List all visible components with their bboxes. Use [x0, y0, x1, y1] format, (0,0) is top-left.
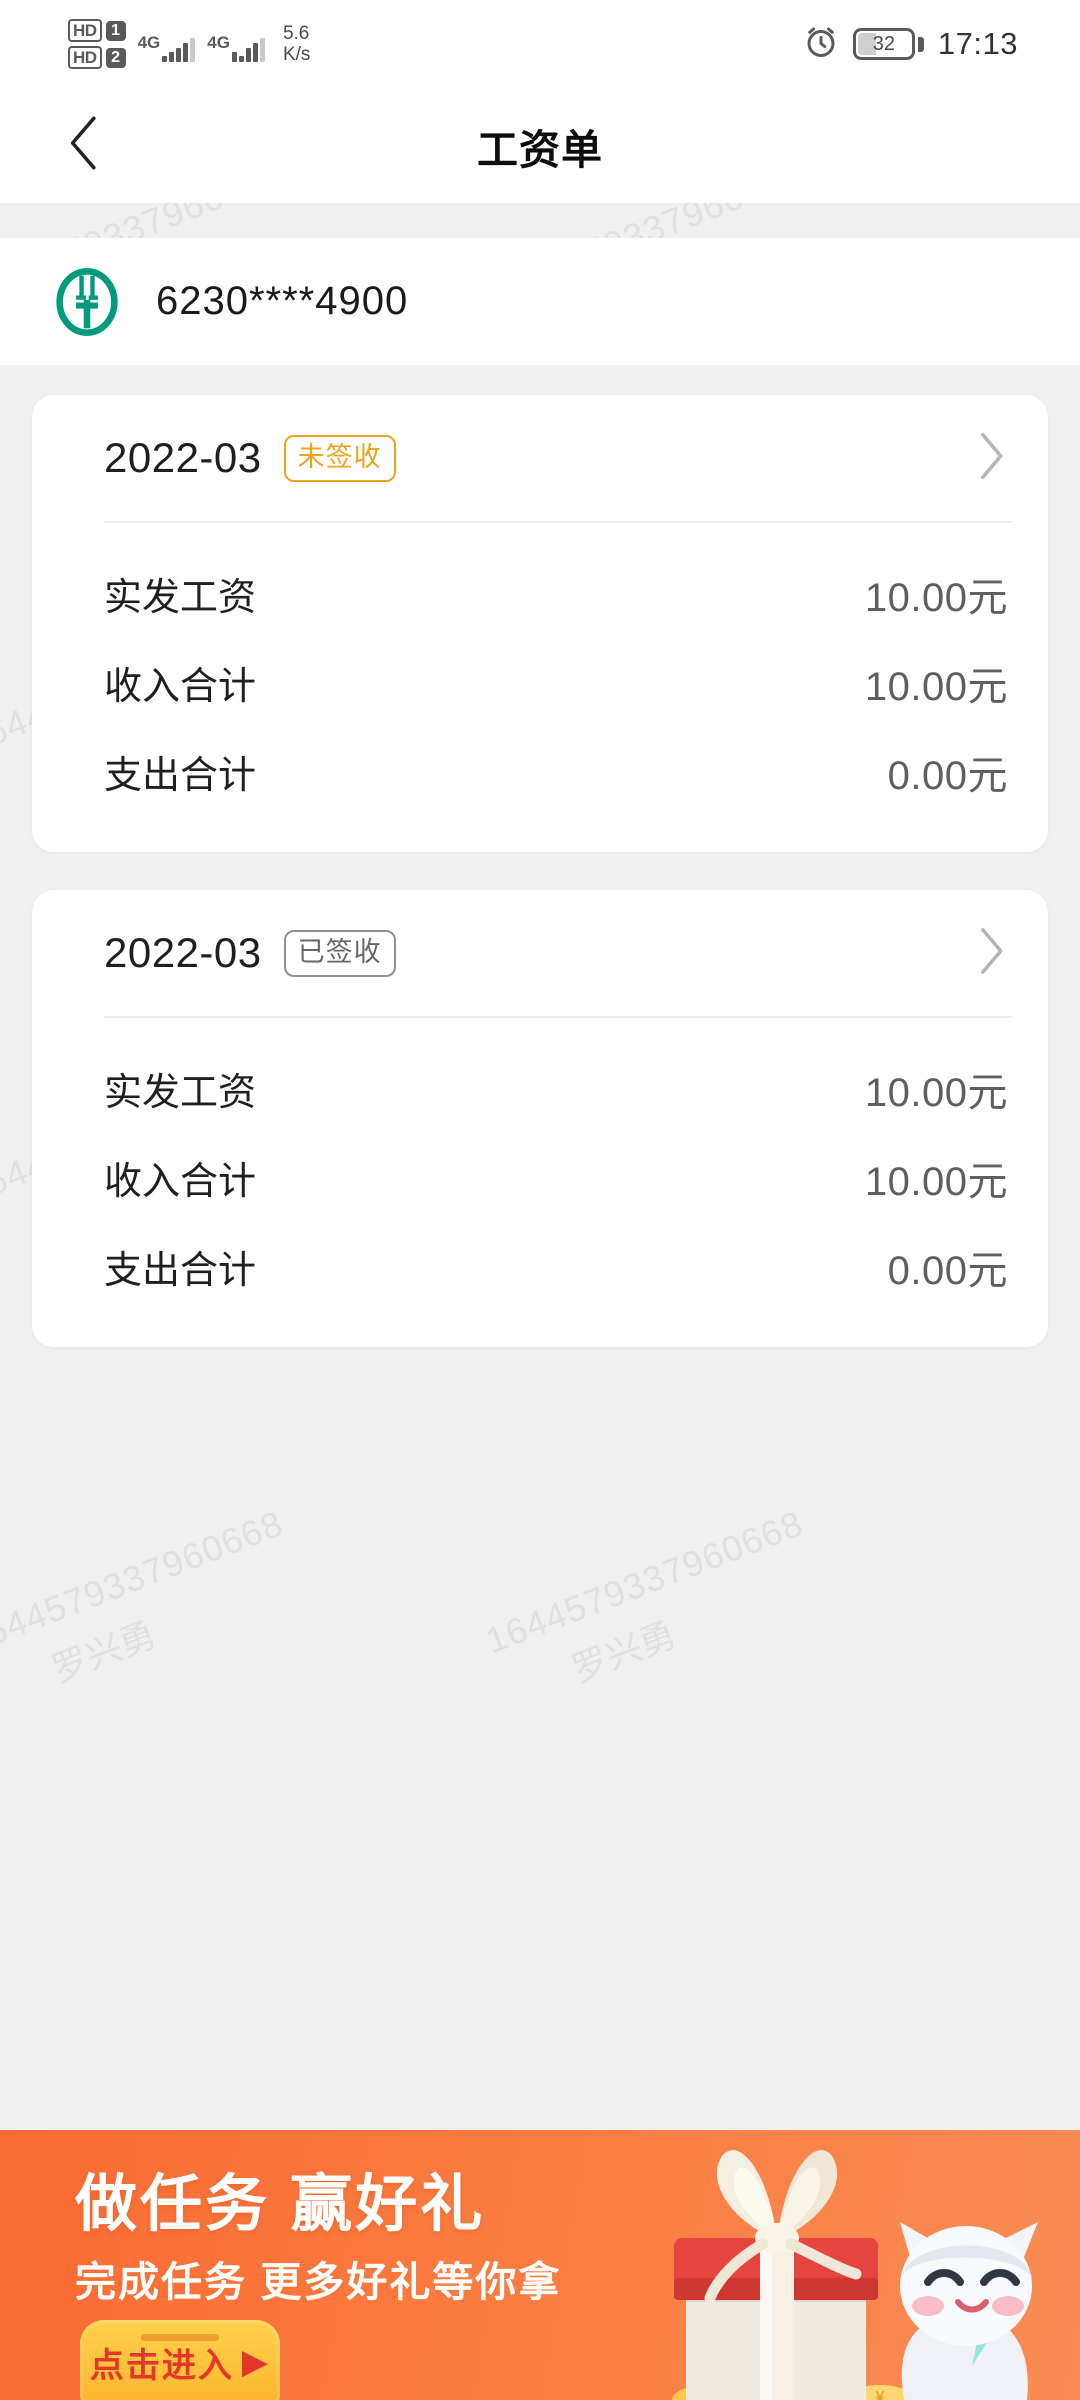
- promo-banner[interactable]: 做任务 赢好礼 完成任务 更多好礼等你拿 点击进入 ▶ ¥: [0, 2130, 1080, 2400]
- signal-bars-2-icon: [231, 36, 265, 62]
- signal-bars-1-icon: [162, 36, 196, 62]
- watermark: 1644579337960668 罗兴勇: [0, 1502, 311, 1718]
- network-speed-unit: K/s: [282, 44, 311, 65]
- battery-indicator: 32: [852, 28, 924, 60]
- status-bar-left: HD 1 HD 2 4G 4G 5.6 K/s: [68, 19, 310, 69]
- slip-period-label: 2022-03: [104, 434, 262, 481]
- signal-indicator-2: 4G: [207, 26, 265, 62]
- chevron-left-icon: [62, 113, 108, 178]
- cta-notch-decoration: [141, 2334, 219, 2341]
- watermark-id: 1644579337960668: [480, 1502, 809, 1662]
- watermark-name: 罗兴勇: [566, 1613, 682, 1691]
- sim1-indicator: HD 1: [68, 19, 126, 42]
- slip-row: 实发工资 10.00元: [32, 549, 1048, 638]
- slip-period-label: 2022-03: [104, 929, 262, 976]
- slip-row-value: 10.00元: [864, 575, 1008, 620]
- alarm-clock-icon: [803, 24, 839, 65]
- signal-indicator-1: 4G: [138, 26, 196, 62]
- play-arrow-icon: ▶: [241, 2343, 271, 2381]
- phone-screen: HD 1 HD 2 4G 4G 5.6 K/s 32 17:13 工资单 164…: [0, 0, 1080, 2400]
- network-speed-value: 5.6: [282, 23, 310, 44]
- sim1-hd-icon: HD: [68, 19, 102, 42]
- mascot-icon: [866, 2178, 1066, 2400]
- salary-slip-list: 2022-03 未签收 实发工资 10.00元 收入合计 10.00元 支出合计…: [0, 395, 1080, 1385]
- slip-row-label: 收入合计: [104, 1161, 257, 1203]
- salary-slip-header[interactable]: 2022-03 已签收: [32, 890, 1048, 1016]
- chevron-right-icon[interactable]: [974, 430, 1008, 487]
- battery-level-label: 32: [872, 33, 896, 55]
- sim2-hd-icon: HD: [68, 46, 102, 69]
- nav-bar: 工资单: [0, 88, 1080, 203]
- salary-slip-card[interactable]: 2022-03 已签收 实发工资 10.00元 收入合计 10.00元 支出合计…: [32, 890, 1048, 1347]
- slip-row-value: 10.00元: [864, 1159, 1008, 1204]
- account-number-label: 6230****4900: [156, 279, 409, 323]
- battery-cap-icon: [917, 36, 924, 52]
- slip-row-label: 支出合计: [104, 755, 257, 797]
- promo-cta-label: 点击进入: [89, 2346, 234, 2385]
- watermark-id: 1644579337960668: [0, 1502, 289, 1662]
- page-title: 工资单: [477, 126, 603, 173]
- slip-row: 收入合计 10.00元: [32, 638, 1048, 727]
- slip-row: 支出合计 0.00元: [32, 727, 1048, 816]
- salary-slip-card[interactable]: 2022-03 未签收 实发工资 10.00元 收入合计 10.00元 支出合计…: [32, 395, 1048, 852]
- watermark: 1644579337960668 罗兴勇: [480, 1502, 831, 1718]
- salary-slip-header[interactable]: 2022-03 未签收: [32, 395, 1048, 521]
- sim2-number-icon: 2: [105, 47, 126, 68]
- status-bar-right: 32 17:13: [803, 24, 1018, 65]
- slip-row-value: 0.00元: [887, 1248, 1008, 1293]
- sim1-number-icon: 1: [105, 20, 126, 41]
- slip-row-value: 10.00元: [864, 664, 1008, 709]
- status-bar: HD 1 HD 2 4G 4G 5.6 K/s 32 17:13: [0, 0, 1080, 88]
- promo-banner-title: 做任务 赢好礼: [75, 2170, 486, 2239]
- watermark-name: 罗兴勇: [46, 1613, 162, 1691]
- slip-row-value: 0.00元: [887, 753, 1008, 798]
- status-badge: 未签收: [283, 434, 396, 482]
- back-button[interactable]: [40, 88, 130, 203]
- abc-bank-logo-icon: [52, 267, 122, 337]
- chevron-right-icon[interactable]: [974, 925, 1008, 982]
- salary-slip-rows: 实发工资 10.00元 收入合计 10.00元 支出合计 0.00元: [32, 523, 1048, 852]
- network-type-1-label: 4G: [137, 33, 161, 52]
- status-bar-clock: 17:13: [937, 26, 1018, 61]
- network-type-2-label: 4G: [207, 33, 230, 52]
- slip-row-label: 实发工资: [104, 577, 257, 619]
- promo-banner-subtitle: 完成任务 更多好礼等你拿: [75, 2259, 562, 2305]
- slip-row-label: 实发工资: [104, 1072, 257, 1114]
- promo-cta-label-wrap: 点击进入 ▶: [90, 2338, 270, 2387]
- status-badge: 已签收: [283, 929, 396, 977]
- slip-row-label: 支出合计: [104, 1250, 257, 1292]
- slip-row: 收入合计 10.00元: [32, 1133, 1048, 1222]
- account-row[interactable]: 6230****4900: [0, 238, 1080, 365]
- slip-row-value: 10.00元: [864, 1070, 1008, 1115]
- promo-cta-button[interactable]: 点击进入 ▶: [80, 2320, 280, 2400]
- salary-slip-rows: 实发工资 10.00元 收入合计 10.00元 支出合计 0.00元: [32, 1018, 1048, 1347]
- sim2-indicator: HD 2: [68, 46, 126, 69]
- dual-sim-indicator: HD 1 HD 2: [68, 19, 126, 69]
- slip-row-label: 收入合计: [104, 666, 257, 708]
- battery-body-icon: 32: [852, 28, 915, 60]
- slip-row: 支出合计 0.00元: [32, 1222, 1048, 1311]
- promo-banner-text: 做任务 赢好礼 完成任务 更多好礼等你拿: [75, 2174, 561, 2303]
- slip-row: 实发工资 10.00元: [32, 1044, 1048, 1133]
- network-speed-indicator: 5.6 K/s: [283, 23, 310, 65]
